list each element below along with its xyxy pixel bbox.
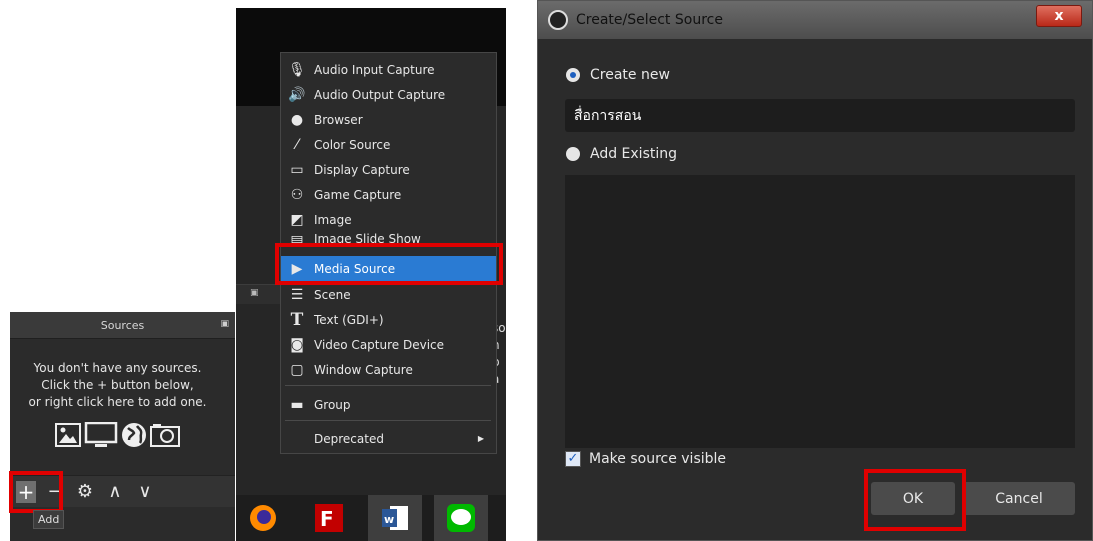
dialog-titlebar: Create/Select Source <box>538 1 1092 39</box>
menu-item-scene[interactable]: ☰ Scene <box>281 282 496 307</box>
microphone-icon: 🎙 <box>288 61 306 78</box>
word-icon[interactable]: w <box>368 495 422 541</box>
menu-item-color-source[interactable]: ⁄ Color Source <box>281 132 496 157</box>
existing-sources-list[interactable] <box>565 175 1075 448</box>
add-tooltip: Add <box>33 510 65 529</box>
menu-item-label: Display Capture <box>314 162 410 177</box>
add-existing-option[interactable]: Add Existing <box>566 146 677 162</box>
menu-item-label: Game Capture <box>314 187 402 202</box>
menu-separator <box>285 385 491 386</box>
menu-item-image[interactable]: ◩ Image <box>281 207 496 232</box>
source-properties-button[interactable]: ⚙ <box>74 481 96 503</box>
menu-item-group[interactable]: ▬ Group <box>281 392 496 417</box>
menu-item-label: Scene <box>314 287 351 302</box>
menu-item-label: Audio Output Capture <box>314 87 446 102</box>
menu-item-label: Text (GDI+) <box>314 312 384 327</box>
empty-line-1: You don't have any sources. <box>33 361 202 375</box>
source-type-icons <box>55 422 180 448</box>
menu-item-label: Audio Input Capture <box>314 62 435 77</box>
menu-item-video-capture-device[interactable]: ◙ Video Capture Device <box>281 332 496 357</box>
menu-item-game-capture[interactable]: ⚇ Game Capture <box>281 182 496 207</box>
add-existing-label: Add Existing <box>590 146 678 162</box>
menu-item-label: Browser <box>314 112 363 127</box>
sources-titlebar: Sources ▣ <box>10 312 235 339</box>
menu-item-display-capture[interactable]: ▭ Display Capture <box>281 157 496 182</box>
undock-icon[interactable]: ▣ <box>220 319 229 329</box>
monitor-icon <box>84 422 118 447</box>
make-visible-option[interactable]: ✓ Make source visible <box>565 451 726 467</box>
menu-item-label: Color Source <box>314 137 391 152</box>
firefox-icon[interactable] <box>236 495 290 541</box>
background-dock-strip: ▣ <box>236 284 281 304</box>
dialog-body: Create new สื่อการสอน Add Existing ✓ Mak… <box>546 39 1082 534</box>
menu-item-text-gdi[interactable]: T Text (GDI+) <box>281 307 496 332</box>
cancel-button[interactable]: Cancel <box>963 482 1075 515</box>
gamepad-icon: ⚇ <box>290 186 304 203</box>
make-visible-label: Make source visible <box>589 451 727 467</box>
camera-icon: ◙ <box>290 336 304 353</box>
svg-text:w: w <box>384 513 394 526</box>
svg-text:F: F <box>320 507 334 531</box>
obs-logo-icon <box>548 10 568 30</box>
image-icon <box>55 423 81 447</box>
create-new-radio[interactable] <box>566 68 580 82</box>
menu-item-label: Video Capture Device <box>314 337 445 352</box>
dialog-title: Create/Select Source <box>576 12 723 28</box>
menu-item-label: Window Capture <box>314 362 413 377</box>
menu-item-label: Deprecated <box>314 431 384 446</box>
globe-icon <box>122 423 146 447</box>
move-up-button[interactable]: ∧ <box>104 481 126 503</box>
media-source-highlight <box>275 243 503 285</box>
empty-line-2: Click the + button below, <box>41 378 194 392</box>
monitor-icon: ▭ <box>290 161 304 178</box>
empty-line-3: or right click here to add one. <box>28 395 207 409</box>
make-visible-checkbox[interactable]: ✓ <box>565 451 581 467</box>
brush-icon: ⁄ <box>295 136 299 153</box>
source-name-input[interactable]: สื่อการสอน <box>565 99 1075 132</box>
menu-item-label: Group <box>314 397 351 412</box>
menu-item-label: Image <box>314 212 352 227</box>
speaker-icon: 🔊 <box>288 86 306 103</box>
list-icon: ☰ <box>290 286 304 303</box>
menu-item-window-capture[interactable]: ▢ Window Capture <box>281 357 496 382</box>
filezilla-icon[interactable]: F <box>302 495 356 541</box>
taskbar: F w <box>236 495 506 541</box>
menu-item-audio-input-capture[interactable]: 🎙 Audio Input Capture <box>281 57 496 82</box>
image-icon: ◩ <box>290 211 304 228</box>
window-icon: ▢ <box>290 361 304 378</box>
add-button-highlight <box>9 471 63 513</box>
submenu-arrow-icon: ▶ <box>477 434 484 443</box>
text-icon: T <box>290 309 304 330</box>
blank-icon <box>288 430 306 448</box>
undock-icon: ▣ <box>250 288 259 298</box>
sources-title: Sources <box>100 318 145 332</box>
close-button[interactable]: x <box>1036 5 1082 27</box>
line-icon[interactable] <box>434 495 488 541</box>
menu-item-audio-output-capture[interactable]: 🔊 Audio Output Capture <box>281 82 496 107</box>
ok-button-highlight <box>864 469 966 531</box>
create-select-source-dialog: Create/Select Source x Create new สื่อกา… <box>537 0 1093 541</box>
menu-item-browser[interactable]: ● Browser <box>281 107 496 132</box>
add-existing-radio[interactable] <box>566 147 580 161</box>
create-new-option[interactable]: Create new <box>566 67 670 83</box>
menu-separator <box>285 420 491 421</box>
move-down-button[interactable]: ∨ <box>134 481 156 503</box>
camera-icon <box>150 424 180 447</box>
menu-item-deprecated[interactable]: Deprecated ▶ <box>281 426 496 451</box>
globe-icon: ● <box>290 111 304 128</box>
folder-icon: ▬ <box>290 396 304 413</box>
sources-empty-message: You don't have any sources. Click the + … <box>10 360 225 411</box>
create-new-label: Create new <box>590 67 670 83</box>
